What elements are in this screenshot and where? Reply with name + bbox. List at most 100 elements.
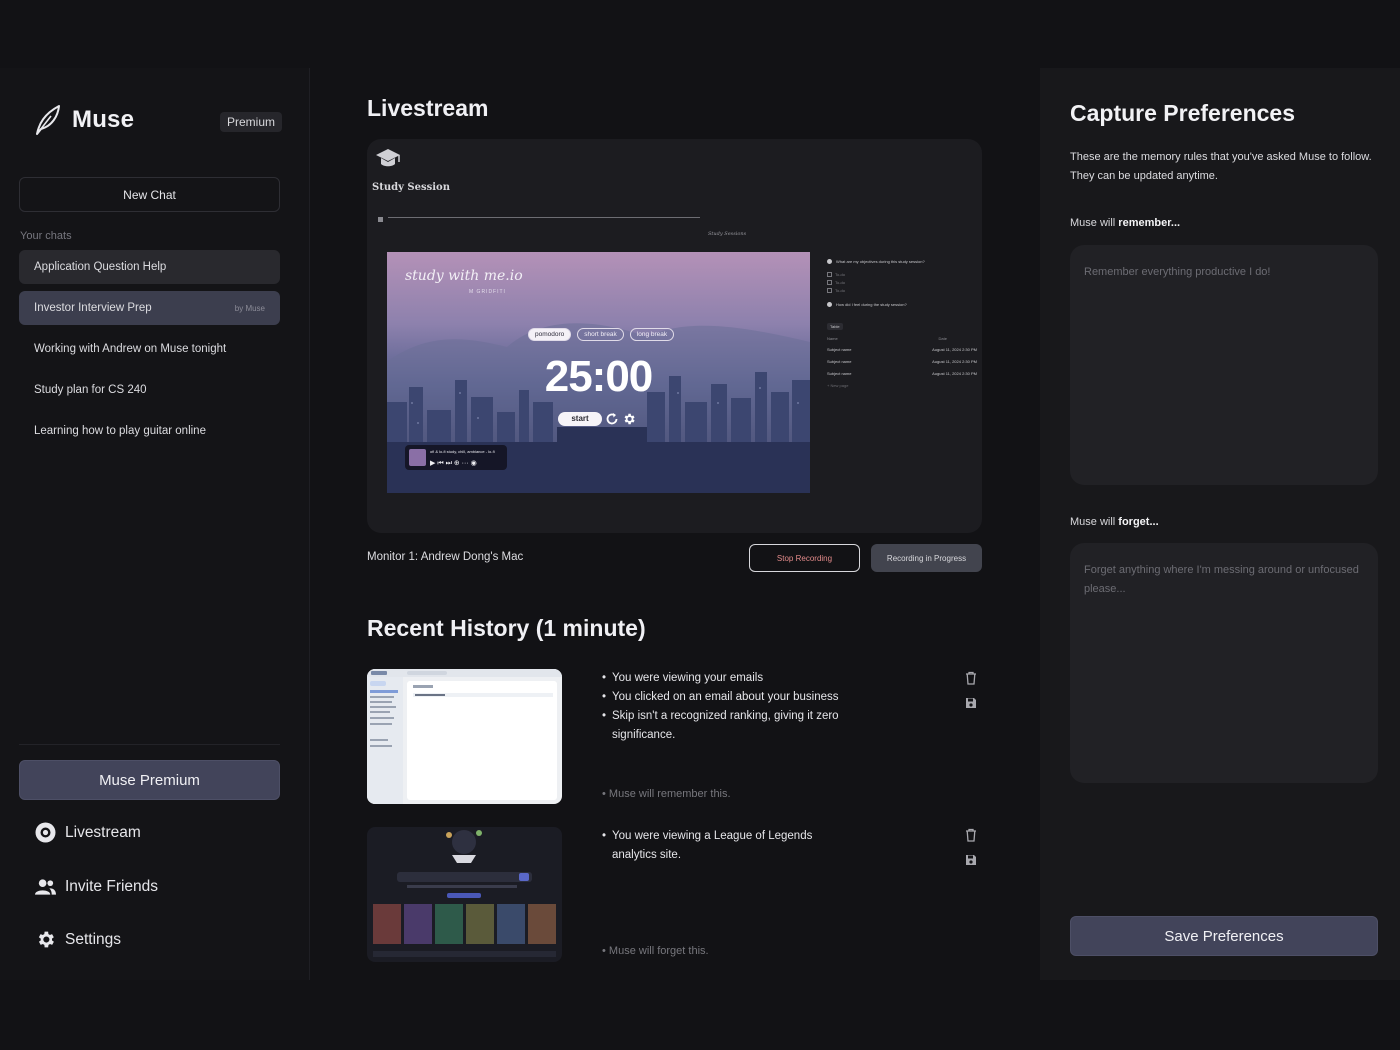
table-row[interactable]: Subject name August 11, 2024 2:30 PM (827, 347, 977, 352)
nav-invite-label: Invite Friends (65, 877, 159, 895)
todo-item[interactable]: To-do (827, 272, 977, 277)
question-icon (827, 302, 832, 307)
checkbox-icon (827, 280, 832, 285)
chat-item-tag: by Muse (234, 303, 265, 313)
tab-short-break[interactable]: short break (577, 328, 624, 341)
graduation-cap-icon (376, 149, 400, 167)
forget-label: Muse will forget... (1070, 516, 1159, 528)
stop-recording-button[interactable]: Stop Recording (749, 544, 860, 572)
new-page-link[interactable]: + New page (827, 383, 977, 388)
history-bullet: You were viewing your emails (602, 669, 842, 688)
checkbox-icon (827, 288, 832, 293)
note-question: How did I feel during the study session? (827, 302, 977, 307)
gear-icon[interactable] (622, 412, 636, 426)
chat-item-label: Study plan for CS 240 (34, 384, 147, 396)
note-table-header: Name Date (827, 336, 977, 341)
capture-preferences-panel: Capture Preferences These are the memory… (1040, 68, 1400, 980)
stream-page-title: Study Session (372, 182, 450, 193)
stream-video: study with me.io M GRIDFITI pomodoro sho… (387, 252, 810, 493)
history-memory-note: Muse will remember this. (602, 788, 731, 800)
remember-label-prefix: Muse will (1070, 217, 1119, 229)
history-title: Recent History (1 minute) (367, 615, 646, 641)
chat-item-label: Investor Interview Prep (34, 302, 152, 314)
trash-icon[interactable] (964, 828, 978, 842)
music-player[interactable]: ofi & lo-fi study, chill, ambiance - lo-… (405, 445, 507, 470)
chat-item-label: Learning how to play guitar online (34, 425, 206, 437)
table-row[interactable]: Subject name August 11, 2024 2:30 PM (827, 371, 977, 376)
col-name: Name (827, 336, 838, 341)
tab-pomodoro[interactable]: pomodoro (528, 328, 572, 341)
music-title: ofi & lo-fi study, chill, ambiance - lo-… (430, 449, 495, 454)
todo-item[interactable]: To-do (827, 288, 977, 293)
brand-name: Muse (72, 106, 135, 133)
chat-item-working-with-andrew[interactable]: Working with Andrew on Muse tonight (19, 332, 280, 366)
nav-settings[interactable]: Settings (35, 929, 121, 950)
sidebar: Muse Premium New Chat Your chats Applica… (0, 68, 310, 980)
chat-item-investor-interview-prep[interactable]: Investor Interview Prep by Muse (19, 291, 280, 325)
todo-item[interactable]: To-do (827, 280, 977, 285)
row-date: August 11, 2024 2:30 PM (932, 347, 977, 352)
gear-icon (35, 929, 56, 950)
col-date: Date (938, 336, 947, 341)
forget-rules-input[interactable] (1070, 543, 1378, 783)
tab-long-break[interactable]: long break (629, 328, 675, 341)
premium-badge: Premium (220, 112, 283, 132)
save-icon[interactable] (964, 853, 978, 867)
music-controls[interactable]: ▶ ⏮ ⏭ ⊕ ··· ◉ (430, 459, 477, 468)
timer-start-button[interactable]: start (558, 412, 602, 426)
feather-logo-icon (36, 105, 60, 135)
music-album-art (409, 449, 426, 466)
todo-label: To-do (835, 272, 846, 277)
question-icon (827, 259, 832, 264)
users-icon (35, 876, 56, 897)
trash-icon[interactable] (964, 671, 978, 685)
history-summary-2: You were viewing a League of Legends ana… (602, 827, 842, 865)
nav-livestream[interactable]: Livestream (35, 822, 141, 843)
nav-livestream-label: Livestream (65, 823, 141, 841)
study-notes: What are my objectives during this study… (827, 259, 977, 388)
muse-premium-button[interactable]: Muse Premium (19, 760, 280, 800)
remember-rules-input[interactable] (1070, 245, 1378, 485)
table-row[interactable]: Subject name August 11, 2024 2:30 PM (827, 359, 977, 364)
forget-label-bold: forget... (1118, 516, 1159, 528)
video-sub-brand: M GRIDFITI (469, 289, 506, 295)
pomodoro-timer: 25:00 (544, 352, 654, 401)
todo-label: To-do (835, 288, 846, 293)
chat-item-study-plan-cs240[interactable]: Study plan for CS 240 (19, 373, 280, 407)
note-question-text: What are my objectives during this study… (836, 259, 925, 264)
stream-page-rule (388, 217, 700, 218)
history-bullet: You were viewing a League of Legends ana… (602, 827, 842, 865)
nav-invite-friends[interactable]: Invite Friends (35, 876, 158, 897)
row-date: August 11, 2024 2:30 PM (932, 359, 977, 364)
sidebar-divider (19, 744, 280, 745)
monitor-label: Monitor 1: Andrew Dong's Mac (367, 551, 524, 563)
row-name: Subject name (827, 371, 852, 376)
chat-item-application-question-help[interactable]: Application Question Help (19, 250, 280, 284)
email-client-thumbnail (367, 669, 562, 804)
refresh-icon[interactable] (605, 412, 619, 426)
save-preferences-button[interactable]: Save Preferences (1070, 916, 1378, 956)
stream-page-marker (378, 217, 383, 222)
preferences-description: These are the memory rules that you've a… (1070, 151, 1372, 182)
livestream-preview[interactable]: Study Session Study Sessions study with … (367, 139, 982, 533)
save-icon[interactable] (964, 696, 978, 710)
note-question: What are my objectives during this study… (827, 259, 977, 264)
video-brand: study with me.io (405, 268, 523, 284)
remember-label: Muse will remember... (1070, 217, 1180, 229)
chat-list: Application Question Help Investor Inter… (19, 250, 280, 455)
league-analytics-thumbnail (373, 830, 556, 957)
history-screenshot-email[interactable] (367, 669, 562, 804)
record-icon (35, 822, 56, 843)
note-table-tab[interactable]: Table (827, 323, 843, 330)
history-bullet: Skip isn't a recognized ranking, giving … (602, 707, 842, 745)
history-screenshot-league[interactable] (367, 827, 562, 962)
row-name: Subject name (827, 347, 852, 352)
brand[interactable]: Muse (34, 104, 134, 136)
timer-mode-tabs: pomodoro short break long break (528, 328, 675, 341)
checkbox-icon (827, 272, 832, 277)
row-date: August 11, 2024 2:30 PM (932, 371, 977, 376)
chat-item-label: Working with Andrew on Muse tonight (34, 343, 227, 355)
stream-page-caption: Study Sessions (708, 231, 747, 237)
chat-item-learning-guitar[interactable]: Learning how to play guitar online (19, 414, 280, 448)
new-chat-button[interactable]: New Chat (19, 177, 280, 212)
